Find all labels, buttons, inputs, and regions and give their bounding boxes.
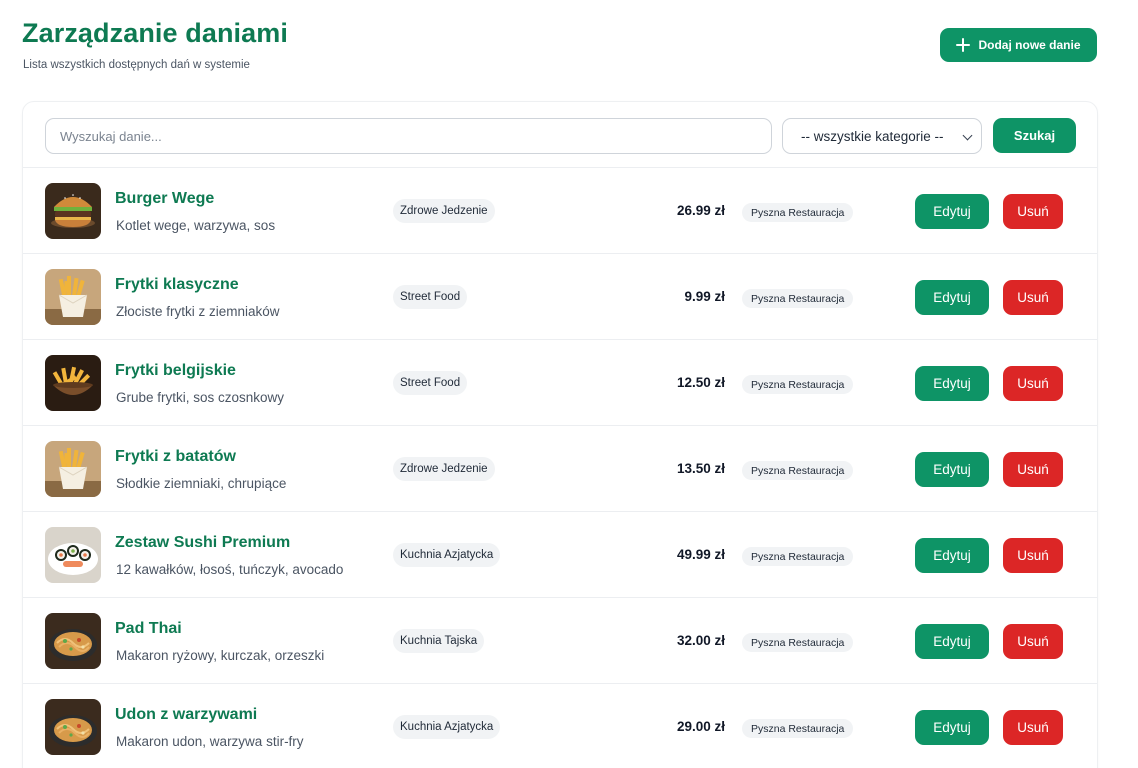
dish-row: Burger Wege Kotlet wege, warzywa, sos Zdro…	[23, 168, 1097, 254]
dish-price: 29.00 zł	[676, 719, 725, 734]
edit-button[interactable]: Edytuj	[915, 538, 989, 573]
delete-button[interactable]: Usuń	[1003, 538, 1063, 573]
dish-image	[45, 441, 101, 497]
delete-button[interactable]: Usuń	[1003, 194, 1063, 229]
category-badge: Kuchnia Tajska	[393, 629, 485, 653]
page-subtitle: Lista wszystkich dostępnych dań w system…	[23, 59, 250, 71]
restaurant-badge: Pyszna Restauracja	[742, 461, 854, 480]
category-badge: Zdrowe Jedzenie	[393, 199, 495, 223]
edit-button[interactable]: Edytuj	[915, 624, 989, 659]
edit-button[interactable]: Edytuj	[915, 366, 989, 401]
dish-image	[45, 183, 101, 239]
search-input[interactable]	[45, 118, 772, 154]
search-button[interactable]: Szukaj	[993, 118, 1076, 153]
dish-image	[45, 613, 101, 669]
dish-description: Makaron udon, warzywa stir-fry	[116, 734, 304, 749]
dish-price: 13.50 zł	[676, 461, 725, 476]
dish-image	[45, 699, 101, 755]
dish-price: 9.99 zł	[684, 289, 725, 304]
dish-row: Frytki belgijskie Grube frytki, sos czosn…	[23, 340, 1097, 426]
category-select[interactable]: -- wszystkie kategorie --	[782, 118, 982, 154]
restaurant-badge: Pyszna Restauracja	[742, 289, 854, 308]
dish-price: 32.00 zł	[676, 633, 725, 648]
dish-description: Grube frytki, sos czosnkowy	[116, 390, 285, 405]
delete-button[interactable]: Usuń	[1003, 452, 1063, 487]
edit-button[interactable]: Edytuj	[915, 710, 989, 745]
category-badge: Kuchnia Azjatycka	[393, 543, 501, 567]
add-dish-button[interactable]: Dodaj nowe danie	[940, 28, 1097, 62]
chevron-down-icon	[962, 130, 973, 141]
dish-name: Udon z warzywami	[115, 706, 258, 723]
category-badge: Street Food	[393, 371, 468, 395]
dish-row: Pad Thai Makaron ryżowy, kurczak, orzeszk…	[23, 598, 1097, 684]
restaurant-badge: Pyszna Restauracja	[742, 719, 854, 738]
category-select-value: -- wszystkie kategorie --	[801, 128, 944, 144]
dish-row: Frytki z batatów Słodkie ziemniaki, chrup…	[23, 426, 1097, 512]
dish-row: Zestaw Sushi Premium 12 kawałków, łosoś, …	[23, 512, 1097, 598]
edit-button[interactable]: Edytuj	[915, 452, 989, 487]
dish-name: Pad Thai	[115, 620, 182, 637]
category-badge: Zdrowe Jedzenie	[393, 457, 495, 481]
dish-name: Frytki belgijskie	[115, 362, 236, 379]
edit-button[interactable]: Edytuj	[915, 280, 989, 315]
delete-button[interactable]: Usuń	[1003, 710, 1063, 745]
dish-description: Kotlet wege, warzywa, sos	[116, 218, 276, 233]
dish-price: 12.50 zł	[676, 375, 725, 390]
page-title: Zarządzanie daniami	[22, 18, 288, 48]
dish-row: Frytki klasyczne Złociste frytki z ziemni…	[23, 254, 1097, 340]
restaurant-badge: Pyszna Restauracja	[742, 203, 854, 222]
delete-button[interactable]: Usuń	[1003, 366, 1063, 401]
dish-row: Udon z warzywami Makaron udon, warzywa st…	[23, 684, 1097, 768]
dish-description: Makaron ryżowy, kurczak, orzeszki	[116, 648, 325, 663]
dish-description: Złociste frytki z ziemniaków	[116, 304, 280, 319]
dish-description: 12 kawałków, łosoś, tuńczyk, avocado	[116, 562, 344, 577]
dish-name: Frytki z batatów	[115, 448, 236, 465]
category-badge: Kuchnia Azjatycka	[393, 715, 501, 739]
category-badge: Street Food	[393, 285, 468, 309]
dish-image	[45, 355, 101, 411]
dish-name: Frytki klasyczne	[115, 276, 239, 293]
dish-name: Burger Wege	[115, 190, 215, 207]
restaurant-badge: Pyszna Restauracja	[742, 375, 854, 394]
dish-price: 26.99 zł	[676, 203, 725, 218]
edit-button[interactable]: Edytuj	[915, 194, 989, 229]
dish-image	[45, 269, 101, 325]
dish-price: 49.99 zł	[676, 547, 725, 562]
restaurant-badge: Pyszna Restauracja	[742, 547, 854, 566]
plus-icon	[956, 38, 971, 52]
restaurant-badge: Pyszna Restauracja	[742, 633, 854, 652]
search-bar: -- wszystkie kategorie -- Szukaj	[23, 102, 1097, 168]
dish-name: Zestaw Sushi Premium	[115, 534, 291, 551]
add-dish-button-label: Dodaj nowe danie	[978, 38, 1081, 52]
delete-button[interactable]: Usuń	[1003, 280, 1063, 315]
dish-description: Słodkie ziemniaki, chrupiące	[116, 476, 287, 491]
dishes-card: -- wszystkie kategorie -- Szukaj Burger …	[22, 101, 1098, 768]
dish-image	[45, 527, 101, 583]
delete-button[interactable]: Usuń	[1003, 624, 1063, 659]
